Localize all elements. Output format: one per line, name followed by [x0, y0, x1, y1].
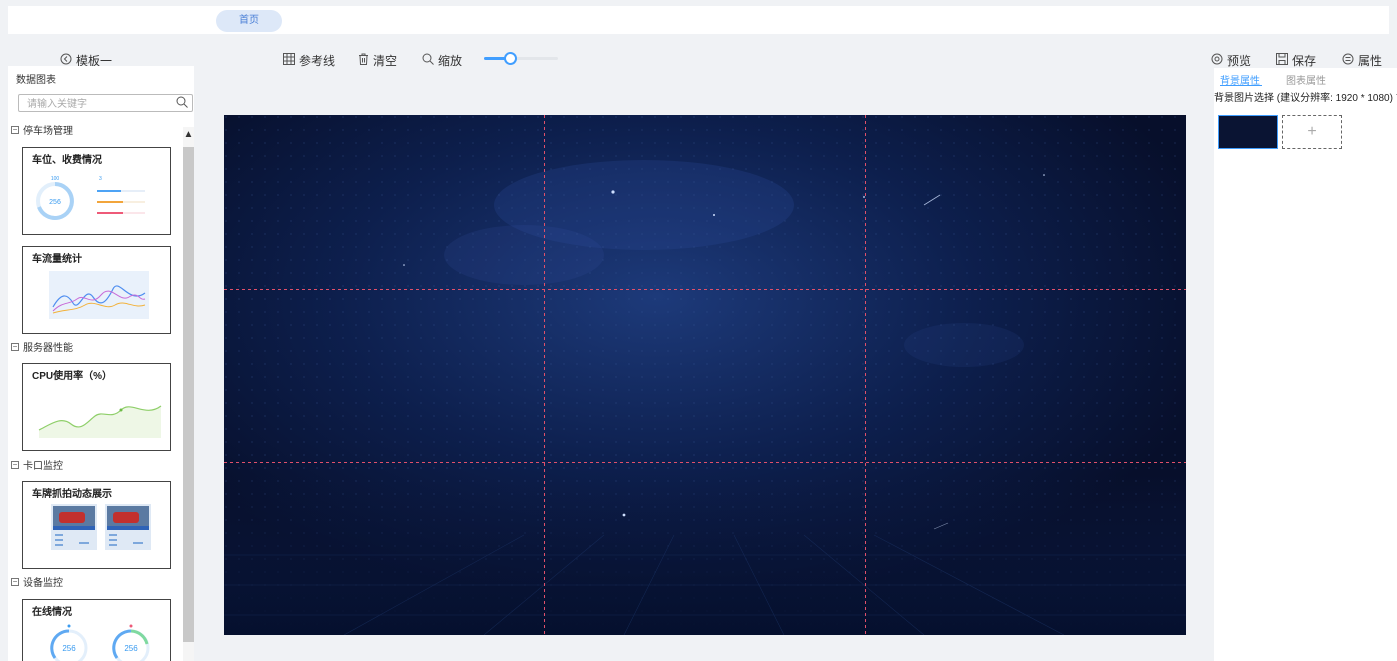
scroll-thumb[interactable]: [183, 147, 194, 642]
chart-card-plate-capture[interactable]: 车牌抓拍动态展示: [22, 481, 171, 569]
grid-icon: [283, 53, 295, 68]
card-title: 在线情况: [32, 607, 72, 618]
zoom-slider-handle[interactable]: [503, 52, 517, 65]
search-field[interactable]: [18, 94, 193, 112]
zoom-search-icon: [422, 53, 434, 68]
category-label: 卡口监控: [23, 461, 63, 472]
canvas-background: [224, 115, 1186, 635]
tab-home[interactable]: 首页: [216, 10, 282, 32]
save-button[interactable]: 保存: [1276, 52, 1316, 69]
design-canvas[interactable]: [224, 115, 1186, 635]
card-title: 车流量统计: [32, 254, 82, 265]
properties-panel: 背景属性 图表属性 背景图片选择 (建议分辨率: 1920 * 1080) +: [1214, 68, 1397, 661]
card-title: CPU使用率（%）: [32, 371, 113, 382]
collapse-icon[interactable]: −: [11, 460, 19, 469]
preview-label: 预览: [1227, 54, 1252, 68]
chart-card-online-status[interactable]: 在线情况 256 256: [22, 599, 171, 661]
guides-button[interactable]: 参考线: [283, 52, 335, 69]
properties-icon: [1342, 53, 1354, 68]
collapse-icon[interactable]: −: [11, 125, 19, 134]
gauge-value: 256: [49, 199, 61, 206]
trash-icon: [358, 53, 369, 68]
chart-library-panel: 数据图表 − 停车场管理 车位、收费情况 256 100 3 车流量统计: [8, 66, 194, 661]
eye-icon: [1211, 53, 1223, 68]
gauge-thumbnail: 256 100 3: [36, 176, 145, 220]
card-title: 车位、收费情况: [32, 155, 102, 166]
category-parking[interactable]: − 停车场管理: [11, 122, 73, 137]
add-background-button[interactable]: +: [1282, 115, 1342, 149]
collapse-icon[interactable]: −: [11, 577, 19, 586]
zoom-label: 缩放: [438, 54, 463, 68]
save-label: 保存: [1292, 54, 1317, 68]
capture-thumbnail: [51, 504, 151, 550]
chart-card-cpu[interactable]: CPU使用率（%）: [22, 363, 171, 451]
tab-chart-properties[interactable]: 图表属性: [1286, 72, 1326, 87]
card-title: 车牌抓拍动态展示: [32, 489, 112, 500]
online-right-value: 256: [124, 644, 138, 653]
background-thumbnail[interactable]: [1218, 115, 1278, 149]
online-gauges-thumbnail: 256 256: [50, 624, 150, 661]
guides-label: 参考线: [299, 54, 336, 68]
category-device[interactable]: − 设备监控: [11, 574, 63, 589]
panel-title: 数据图表: [16, 75, 56, 86]
active-tab-indicator: [1220, 85, 1262, 86]
small-value: 3: [99, 176, 102, 182]
gauge-top-value: 100: [51, 176, 60, 182]
background-image-label: 背景图片选择 (建议分辨率: 1920 * 1080): [1214, 89, 1397, 105]
panel-scrollbar[interactable]: ▲: [183, 127, 194, 661]
category-label: 停车场管理: [23, 126, 73, 137]
area-chart-thumbnail: [38, 405, 162, 438]
background-label-text: 背景图片选择 (建议分辨率: 1920 * 1080): [1214, 93, 1393, 104]
zoom-slider[interactable]: [484, 52, 558, 65]
collapse-icon[interactable]: −: [11, 342, 19, 351]
save-icon: [1276, 53, 1288, 68]
category-label: 设备监控: [23, 578, 63, 589]
search-input[interactable]: [25, 96, 169, 112]
scroll-up-icon[interactable]: ▲: [183, 129, 194, 141]
preview-button[interactable]: 预览: [1211, 52, 1251, 69]
category-server[interactable]: − 服务器性能: [11, 339, 73, 354]
zoom-control: 缩放: [422, 52, 462, 69]
properties-button[interactable]: 属性: [1342, 52, 1382, 69]
online-left-value: 256: [62, 644, 76, 653]
line-chart-thumbnail: [49, 271, 149, 319]
properties-label: 属性: [1358, 54, 1383, 68]
clear-label: 清空: [373, 54, 398, 68]
clear-button[interactable]: 清空: [358, 52, 397, 69]
category-checkpoint[interactable]: − 卡口监控: [11, 457, 63, 472]
search-icon[interactable]: [176, 96, 188, 108]
chart-card-parking-spaces[interactable]: 车位、收费情况 256 100 3: [22, 147, 171, 235]
chart-card-traffic-flow[interactable]: 车流量统计: [22, 246, 171, 334]
category-label: 服务器性能: [23, 343, 73, 354]
